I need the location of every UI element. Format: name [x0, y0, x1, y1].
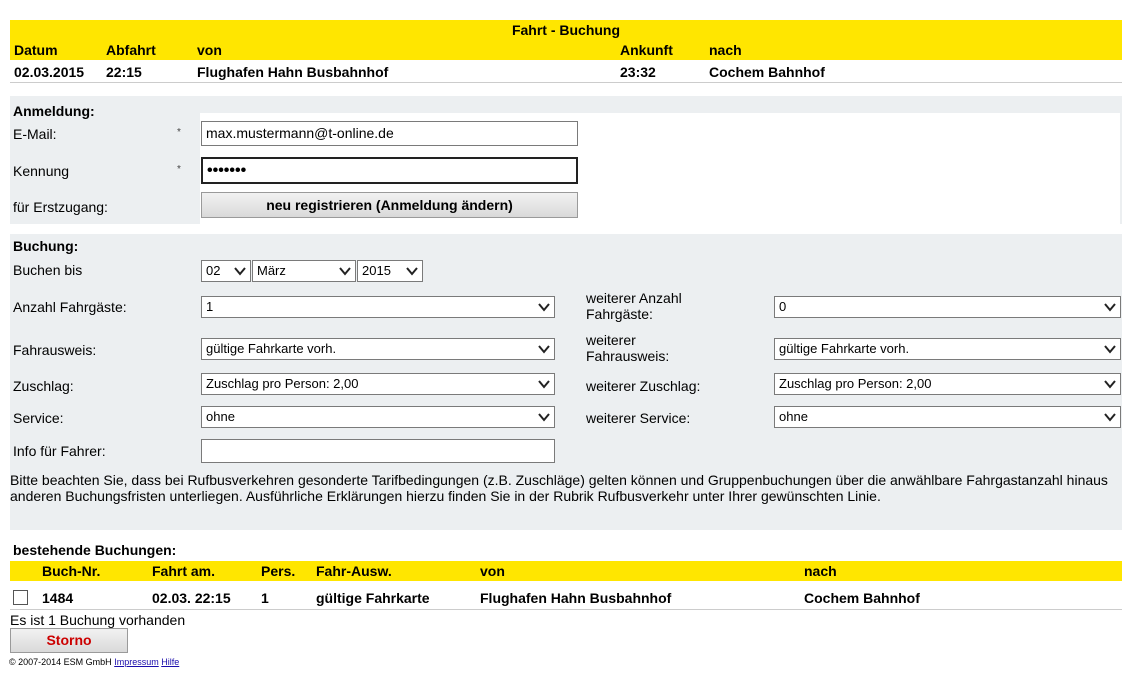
day-value: 02	[206, 263, 221, 278]
weiterer-fahrausweis-label-line2: Fahrausweis:	[586, 348, 670, 364]
impressum-link[interactable]: Impressum	[114, 657, 159, 667]
header-abfahrt: Abfahrt	[106, 42, 156, 58]
kennung-password-input[interactable]: •••••••	[201, 157, 578, 184]
existing-nach: Cochem Bahnhof	[804, 590, 920, 606]
chevron-down-icon	[1104, 380, 1116, 389]
header-nach: nach	[709, 42, 742, 58]
footer: © 2007-2014 ESM GmbH Impressum Hilfe	[9, 657, 179, 667]
chevron-down-icon	[538, 413, 550, 422]
existing-header-row: Buch-Nr. Fahrt am. Pers. Fahr-Ausw. von …	[10, 561, 1122, 581]
weiterer-service-select[interactable]: ohne	[774, 406, 1121, 428]
chevron-down-icon	[538, 380, 550, 389]
weitere-anzahl-label-line1: weiterer Anzahl	[586, 290, 682, 306]
chevron-down-icon	[1104, 413, 1116, 422]
weiterer-fahrausweis-label-line1: weiterer	[586, 332, 636, 348]
chevron-down-icon	[1104, 345, 1116, 354]
trip-header-row: Datum Abfahrt von Ankunft nach	[10, 40, 1122, 60]
chevron-down-icon	[406, 267, 418, 276]
trip-title: Fahrt - Buchung	[511, 22, 621, 38]
existing-header-nach: nach	[804, 563, 837, 579]
chevron-down-icon	[538, 303, 550, 312]
weiterer-zuschlag-select[interactable]: Zuschlag pro Person: 2,00	[774, 373, 1121, 395]
booking-page: Fahrt - Buchung Datum Abfahrt von Ankunf…	[0, 0, 1130, 674]
existing-booking-row: 1484 02.03. 22:15 1 gültige Fahrkarte Fl…	[10, 587, 1122, 610]
day-select[interactable]: 02	[201, 260, 251, 282]
booking-select-checkbox[interactable]	[13, 590, 28, 605]
fahrausweis-label: Fahrausweis:	[13, 342, 97, 358]
kennung-required-mark: *	[177, 164, 181, 175]
erstzugang-label: für Erstzugang:	[13, 199, 108, 215]
weiterer-zuschlag-label: weiterer Zuschlag:	[586, 378, 701, 394]
weiterer-service-label: weiterer Service:	[586, 410, 691, 426]
register-button[interactable]: neu registrieren (Anmeldung ändern)	[201, 192, 578, 218]
trip-abfahrt: 22:15	[106, 64, 142, 80]
existing-pers: 1	[261, 590, 269, 606]
chevron-down-icon	[339, 267, 351, 276]
weitere-anzahl-label: weiterer Anzahl Fahrgäste:	[586, 290, 682, 322]
existing-header-fahrt: Fahrt am.	[152, 563, 216, 579]
email-label: E-Mail:	[13, 126, 57, 142]
weitere-anzahl-value: 0	[779, 299, 787, 314]
service-value: ohne	[206, 409, 235, 424]
service-select[interactable]: ohne	[201, 406, 555, 428]
booking-heading: Buchung:	[13, 238, 79, 254]
zuschlag-value: Zuschlag pro Person: 2,00	[206, 376, 359, 391]
weitere-anzahl-select[interactable]: 0	[774, 296, 1121, 318]
existing-header-nr: Buch-Nr.	[42, 563, 101, 579]
info-label: Info für Fahrer:	[13, 443, 106, 459]
email-input[interactable]: max.mustermann@t-online.de	[201, 121, 578, 146]
trip-row: 02.03.2015 22:15 Flughafen Hahn Busbahnh…	[10, 62, 1122, 83]
service-label: Service:	[13, 410, 64, 426]
trip-nach: Cochem Bahnhof	[709, 64, 825, 80]
weiterer-fahrausweis-select[interactable]: gültige Fahrkarte vorh.	[774, 338, 1121, 360]
anzahl-value: 1	[206, 299, 214, 314]
login-heading: Anmeldung:	[13, 103, 95, 119]
trip-datum: 02.03.2015	[14, 64, 85, 80]
month-select[interactable]: März	[252, 260, 356, 282]
chevron-down-icon	[538, 345, 550, 354]
weiterer-service-value: ohne	[779, 409, 808, 424]
year-value: 2015	[362, 263, 391, 278]
footer-copyright: © 2007-2014 ESM GmbH	[9, 657, 112, 667]
chevron-down-icon	[1104, 303, 1116, 312]
existing-ausw: gültige Fahrkarte	[316, 590, 430, 606]
weiterer-fahrausweis-value: gültige Fahrkarte vorh.	[779, 341, 910, 356]
existing-bookings-heading: bestehende Buchungen:	[13, 542, 177, 558]
existing-nr: 1484	[42, 590, 74, 606]
info-input[interactable]	[201, 439, 555, 463]
year-select[interactable]: 2015	[357, 260, 423, 282]
weitere-anzahl-label-line2: Fahrgäste:	[586, 306, 653, 322]
anzahl-select[interactable]: 1	[201, 296, 555, 318]
header-ankunft: Ankunft	[620, 42, 673, 58]
zuschlag-select[interactable]: Zuschlag pro Person: 2,00	[201, 373, 555, 395]
booking-count-text: Es ist 1 Buchung vorhanden	[10, 612, 186, 628]
existing-von: Flughafen Hahn Busbahnhof	[480, 590, 672, 606]
anzahl-label: Anzahl Fahrgäste:	[13, 299, 127, 315]
booking-notice: Bitte beachten Sie, dass bei Rufbusverke…	[10, 472, 1108, 504]
zuschlag-label: Zuschlag:	[13, 378, 74, 394]
hilfe-link[interactable]: Hilfe	[161, 657, 179, 667]
fahrausweis-select[interactable]: gültige Fahrkarte vorh.	[201, 338, 555, 360]
existing-header-pers: Pers.	[261, 563, 296, 579]
existing-fahrt: 02.03. 22:15	[152, 590, 231, 606]
chevron-down-icon	[234, 267, 246, 276]
existing-header-ausw: Fahr-Ausw.	[316, 563, 392, 579]
email-required-mark: *	[177, 127, 181, 138]
month-value: März	[257, 263, 286, 278]
storno-button[interactable]: Storno	[10, 628, 128, 653]
trip-von: Flughafen Hahn Busbahnhof	[197, 64, 389, 80]
weiterer-fahrausweis-label: weiterer Fahrausweis:	[586, 332, 669, 364]
trip-title-bar: Fahrt - Buchung	[10, 20, 1122, 40]
trip-ankunft: 23:32	[620, 64, 656, 80]
kennung-label: Kennung	[13, 163, 70, 179]
header-von: von	[197, 42, 222, 58]
existing-header-von: von	[480, 563, 505, 579]
buchen-bis-label: Buchen bis	[13, 262, 83, 278]
fahrausweis-value: gültige Fahrkarte vorh.	[206, 341, 337, 356]
header-datum: Datum	[14, 42, 58, 58]
weiterer-zuschlag-value: Zuschlag pro Person: 2,00	[779, 376, 932, 391]
